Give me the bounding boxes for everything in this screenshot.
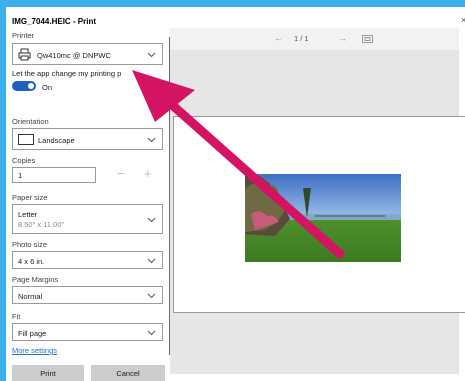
page-margins-dropdown[interactable]: Normal [12, 286, 163, 304]
app-change-toggle[interactable] [12, 81, 36, 91]
next-page-button[interactable]: → [338, 33, 347, 43]
printer-icon [18, 48, 31, 61]
chevron-down-icon [147, 217, 156, 223]
close-button[interactable]: × [461, 15, 465, 25]
more-settings-link[interactable]: More settings [12, 346, 57, 355]
chevron-down-icon [147, 137, 156, 143]
chevron-down-icon [147, 293, 156, 299]
toggle-knob [28, 83, 34, 89]
page-counter: 1 / 1 [294, 34, 309, 43]
fit-view-icon[interactable] [362, 35, 373, 43]
cancel-button[interactable]: Cancel [91, 365, 165, 381]
paper-size-dimensions: 8.50" x 11.00" [18, 220, 65, 229]
paper-size-value: Letter [18, 210, 38, 219]
printer-value: Qw410mc @ DNPWC [37, 51, 111, 60]
photo-size-label: Photo size [12, 240, 48, 249]
copies-decrement-button[interactable]: − [117, 166, 125, 181]
paper-size-label: Paper size [12, 193, 48, 202]
toggle-state-label: On [42, 83, 53, 92]
fit-value: Fill page [18, 329, 47, 338]
copies-input[interactable]: 1 [12, 167, 96, 183]
chevron-down-icon [147, 330, 156, 336]
chevron-down-icon [147, 52, 156, 58]
printer-label: Printer [12, 31, 35, 40]
photo-size-dropdown[interactable]: 4 x 6 in. [12, 251, 163, 269]
copies-value: 1 [18, 171, 23, 180]
fit-dropdown[interactable]: Fill page [12, 323, 163, 341]
landscape-icon [18, 134, 34, 145]
orientation-label: Orientation [12, 117, 49, 126]
photo-size-value: 4 x 6 in. [18, 257, 45, 266]
page-margins-label: Page Margins [12, 275, 59, 284]
photo-preview-image [245, 174, 401, 262]
chevron-down-icon [147, 258, 156, 264]
print-button[interactable]: Print [12, 365, 84, 381]
page-margins-value: Normal [18, 292, 43, 301]
app-change-label: Let the app change my printing p [12, 69, 122, 78]
preview-toolbar: ← 1 / 1 → [170, 28, 459, 50]
copies-increment-button[interactable]: + [144, 166, 152, 181]
paper-size-dropdown[interactable]: Letter 8.50" x 11.00" [12, 204, 163, 234]
window-title: IMG_7044.HEIC - Print [12, 17, 97, 26]
fit-label: Fit [12, 312, 21, 321]
orientation-dropdown[interactable]: Landscape [12, 128, 163, 150]
copies-label: Copies [12, 156, 36, 165]
previous-page-button[interactable]: ← [274, 33, 283, 43]
orientation-value: Landscape [38, 136, 75, 145]
printer-dropdown[interactable]: Qw410mc @ DNPWC [12, 43, 163, 65]
settings-panel: IMG_7044.HEIC - Print Printer Qw410mc @ … [6, 7, 172, 381]
